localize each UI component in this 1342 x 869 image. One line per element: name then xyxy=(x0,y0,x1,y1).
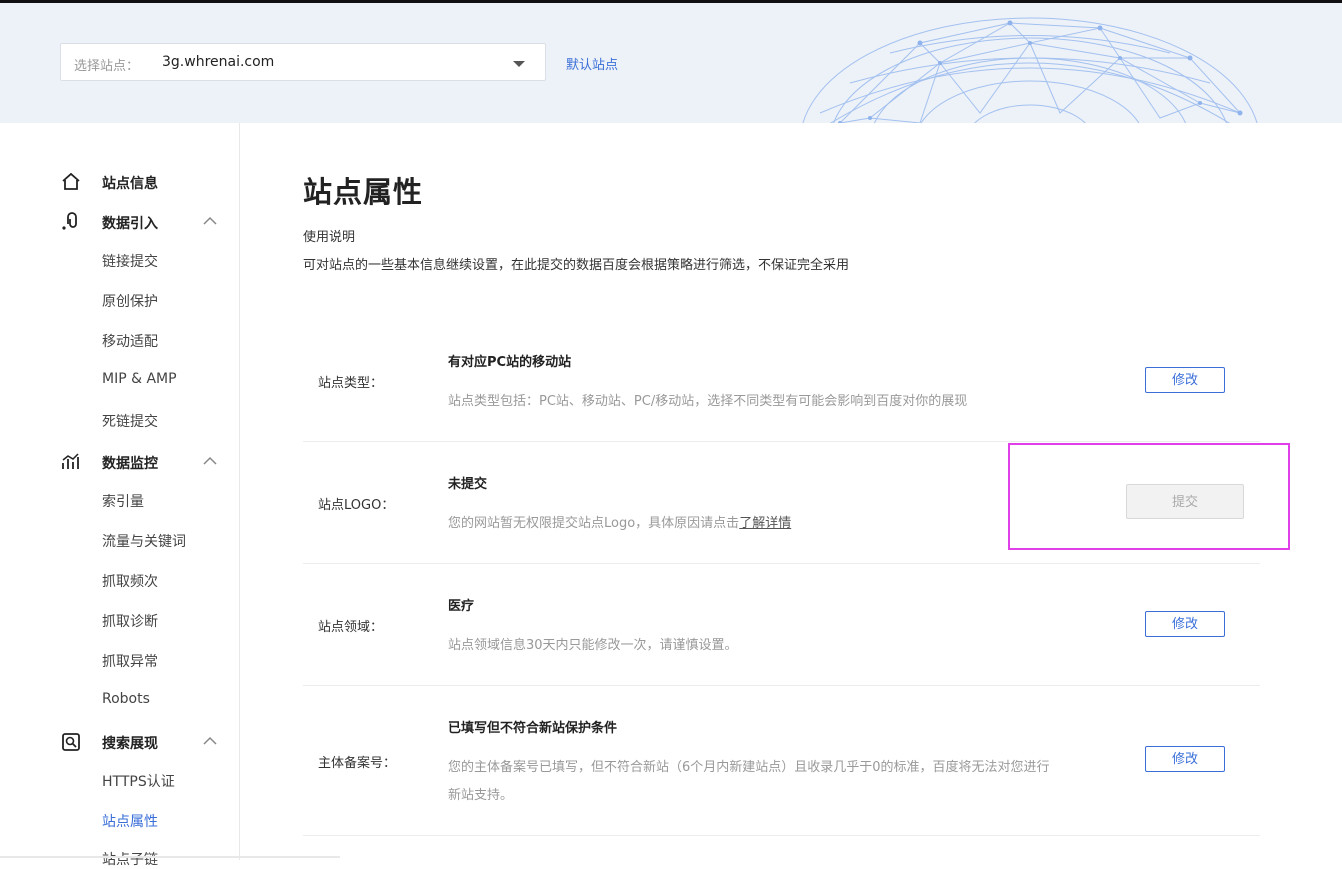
property-label: 主体备案号： xyxy=(318,756,397,771)
property-description-text: 您的网站暂无权限提交站点Logo，具体原因请点击 xyxy=(448,516,740,531)
edit-site-domain-button[interactable]: 修改 xyxy=(1145,611,1225,637)
sidebar-item-site-sublinks[interactable]: 站点子链 xyxy=(102,849,158,869)
data-import-icon xyxy=(62,212,77,230)
learn-more-link[interactable]: 了解详情 xyxy=(739,516,791,531)
globe-decoration-icon xyxy=(802,17,1258,123)
edit-filing-number-button[interactable]: 修改 xyxy=(1145,746,1225,772)
sidebar-item-mip-amp[interactable]: MIP & AMP xyxy=(102,371,177,387)
chevron-up-icon[interactable] xyxy=(203,456,217,466)
sidebar-item-link-submit[interactable]: 链接提交 xyxy=(102,251,158,271)
sidebar-item-robots[interactable]: Robots xyxy=(102,691,150,707)
property-description: 站点类型包括：PC站、移动站、PC/移动站，选择不同类型有可能会影响到百度对你的… xyxy=(448,394,968,409)
sidebar-item-https-cert[interactable]: HTTPS认证 xyxy=(102,771,175,791)
property-value: 已填写但不符合新站保护条件 xyxy=(448,721,618,736)
property-value: 医疗 xyxy=(448,599,475,614)
sidebar-item-traffic-keywords[interactable]: 流量与关键词 xyxy=(102,531,186,551)
sidebar-item-deadlink-submit[interactable]: 死链提交 xyxy=(102,411,158,431)
sidebar-item-original-protect[interactable]: 原创保护 xyxy=(102,291,158,311)
property-label: 站点领域： xyxy=(318,620,384,635)
sidebar-item-crawl-frequency[interactable]: 抓取频次 xyxy=(102,571,158,591)
site-select-dropdown[interactable]: 选择站点： 3g.whrenai.com xyxy=(60,43,546,81)
sidebar-item-crawl-errors[interactable]: 抓取异常 xyxy=(102,651,158,671)
property-description: 站点领域信息30天内只能修改一次，请谨慎设置。 xyxy=(448,638,738,653)
sidebar-group-data-import[interactable]: 数据引入 xyxy=(0,206,239,238)
property-value: 未提交 xyxy=(448,477,488,492)
edit-site-type-button[interactable]: 修改 xyxy=(1145,367,1225,393)
sidebar-group-label: 搜索展现 xyxy=(102,736,158,752)
sidebar-item-index-count[interactable]: 索引量 xyxy=(102,491,144,511)
property-description: 您的网站暂无权限提交站点Logo，具体原因请点击了解详情 xyxy=(448,510,1108,538)
usage-description: 可对站点的一些基本信息继续设置，在此提交的数据百度会根据策略进行筛选，不保证完全… xyxy=(303,258,850,273)
site-header: 选择站点： 3g.whrenai.com 默认站点 xyxy=(0,3,1342,123)
main-content: 站点属性 使用说明 可对站点的一些基本信息继续设置，在此提交的数据百度会根据策略… xyxy=(240,123,1342,860)
sidebar-group-site-info[interactable]: 站点信息 xyxy=(0,166,239,198)
usage-title: 使用说明 xyxy=(303,230,356,245)
sidebar-nav: 站点信息 数据引入 链接提交 原创保护 移动适配 MIP & AMP 死链提交 … xyxy=(0,123,240,868)
sidebar-item-crawl-diagnosis[interactable]: 抓取诊断 xyxy=(102,611,158,631)
chevron-up-icon[interactable] xyxy=(203,216,217,226)
sidebar-item-site-properties[interactable]: 站点属性 xyxy=(102,811,158,831)
sidebar-group-search-display[interactable]: 搜索展现 xyxy=(0,726,239,758)
sidebar-item-mobile-adapt[interactable]: 移动适配 xyxy=(102,331,158,351)
site-select-value: 3g.whrenai.com xyxy=(162,54,275,70)
data-monitor-icon xyxy=(62,453,79,469)
property-row-site-domain: 站点领域： 医疗 站点领域信息30天内只能修改一次，请谨慎设置。 修改 xyxy=(303,564,1260,686)
property-description: 您的主体备案号已填写，但不符合新站（6个月内新建站点）且收录几乎于0的标准，百度… xyxy=(448,754,1108,810)
property-row-filing-number: 主体备案号： 已填写但不符合新站保护条件 您的主体备案号已填写，但不符合新站（6… xyxy=(303,686,1260,836)
submit-logo-button[interactable]: 提交 xyxy=(1126,484,1244,519)
sidebar-group-data-monitor[interactable]: 数据监控 xyxy=(0,446,239,478)
property-row-site-logo: 站点LOGO： 未提交 您的网站暂无权限提交站点Logo，具体原因请点击了解详情… xyxy=(303,442,1260,564)
property-description-line2: 新站支持。 xyxy=(448,788,514,803)
caret-down-icon[interactable] xyxy=(513,61,525,67)
site-select-label: 选择站点： xyxy=(74,59,140,74)
sidebar-group-label: 站点信息 xyxy=(102,176,158,192)
property-label: 站点LOGO： xyxy=(318,498,395,513)
bottom-divider xyxy=(0,856,340,858)
home-icon xyxy=(62,172,80,190)
page-title: 站点属性 xyxy=(303,175,424,209)
property-row-site-type: 站点类型： 有对应PC站的移动站 站点类型包括：PC站、移动站、PC/移动站，选… xyxy=(303,320,1260,442)
sidebar-group-label: 数据监控 xyxy=(102,456,158,472)
property-label: 站点类型： xyxy=(318,376,384,391)
default-site-link[interactable]: 默认站点 xyxy=(566,54,618,73)
sidebar-group-label: 数据引入 xyxy=(102,216,158,232)
chevron-up-icon[interactable] xyxy=(203,736,217,746)
search-display-icon xyxy=(62,733,80,751)
property-description-line1: 您的主体备案号已填写，但不符合新站（6个月内新建站点）且收录几乎于0的标准，百度… xyxy=(448,760,1050,775)
property-value: 有对应PC站的移动站 xyxy=(448,355,572,370)
